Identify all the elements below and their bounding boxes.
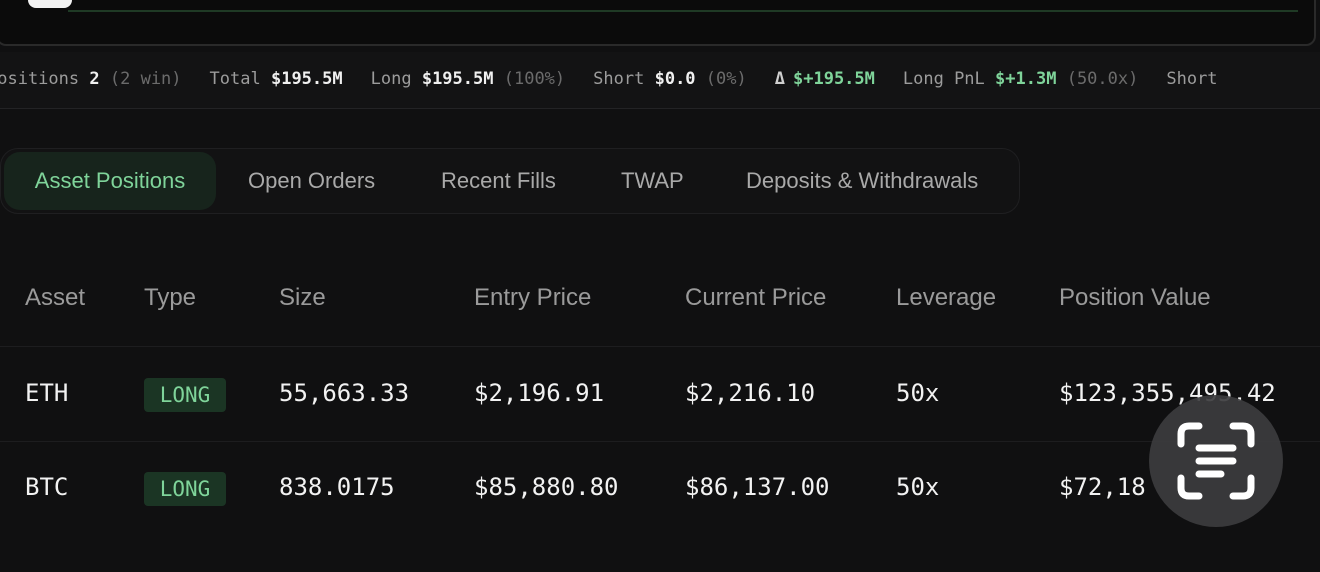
type-badge: LONG xyxy=(144,472,226,506)
column-header-current-price[interactable]: Current Price xyxy=(685,284,826,312)
stat-short-pnl-label: Short xyxy=(1166,69,1218,89)
cell-leverage: 50x xyxy=(896,473,940,501)
cell-current-price: $2,216.10 xyxy=(685,379,816,407)
cell-entry-price: $2,196.91 xyxy=(474,379,605,407)
stat-delta-value: $+195.5M xyxy=(793,69,875,89)
stat-short-value: $0.0 xyxy=(654,69,696,89)
stat-short: Short $0.0 (0%) xyxy=(593,69,747,89)
tab-open-orders[interactable]: Open Orders xyxy=(248,149,375,213)
stat-positions-label: Positions xyxy=(0,69,80,89)
cell-asset: BTC xyxy=(25,473,69,501)
app-screen: Positions 2 (2 win) Total $195.5M Long $… xyxy=(0,0,1320,572)
stat-short-sub: (0%) xyxy=(705,69,747,89)
chart-line xyxy=(68,10,1298,12)
stat-positions: Positions 2 (2 win) xyxy=(0,69,182,89)
cell-current-price: $86,137.00 xyxy=(685,473,830,501)
positions-tabs: Asset Positions Open Orders Recent Fills… xyxy=(0,148,1020,214)
table-divider xyxy=(0,346,1320,347)
cell-entry-price: $85,880.80 xyxy=(474,473,619,501)
delta-icon: Δ xyxy=(774,69,785,89)
chart-marker xyxy=(28,0,72,8)
stat-long: Long $195.5M (100%) xyxy=(371,69,566,89)
tab-deposits-withdrawals[interactable]: Deposits & Withdrawals xyxy=(746,149,978,213)
chart-panel xyxy=(0,0,1316,46)
column-header-entry-price[interactable]: Entry Price xyxy=(474,284,591,312)
stat-long-label: Long xyxy=(370,69,412,89)
stat-positions-value: 2 xyxy=(89,69,100,89)
column-header-type[interactable]: Type xyxy=(144,284,196,312)
table-divider xyxy=(0,441,1320,442)
stat-short-label: Short xyxy=(593,69,645,89)
stat-delta: Δ $+195.5M xyxy=(775,69,875,89)
account-summary-bar: Positions 2 (2 win) Total $195.5M Long $… xyxy=(0,52,1320,109)
stat-total: Total $195.5M xyxy=(210,69,343,89)
column-header-position-value[interactable]: Position Value xyxy=(1059,284,1211,312)
stat-long-value: $195.5M xyxy=(421,69,494,89)
tab-twap[interactable]: TWAP xyxy=(621,149,684,213)
text-scan-button[interactable] xyxy=(1149,395,1283,527)
stat-long-pnl-label: Long PnL xyxy=(902,69,985,89)
stat-short-pnl: Short xyxy=(1166,69,1217,89)
type-badge: LONG xyxy=(144,378,226,412)
cell-size: 838.0175 xyxy=(279,473,395,501)
cell-asset: ETH xyxy=(25,379,69,407)
column-header-asset[interactable]: Asset xyxy=(25,284,85,312)
stat-total-value: $195.5M xyxy=(270,69,343,89)
stat-long-pnl-value: $+1.3M xyxy=(995,69,1057,89)
stat-total-label: Total xyxy=(209,69,261,89)
stat-long-sub: (100%) xyxy=(503,69,566,89)
column-header-leverage[interactable]: Leverage xyxy=(896,284,996,312)
cell-size: 55,663.33 xyxy=(279,379,410,407)
tab-recent-fills[interactable]: Recent Fills xyxy=(441,149,556,213)
stat-long-pnl-sub: (50.0x) xyxy=(1066,69,1139,89)
text-scan-icon xyxy=(1177,422,1255,500)
tab-asset-positions[interactable]: Asset Positions xyxy=(4,152,216,210)
cell-position-value: $72,18 xyxy=(1059,473,1146,501)
column-header-size[interactable]: Size xyxy=(279,284,326,312)
stat-long-pnl: Long PnL $+1.3M (50.0x) xyxy=(903,69,1138,89)
stat-positions-sub: (2 win) xyxy=(109,69,182,89)
cell-leverage: 50x xyxy=(896,379,940,407)
